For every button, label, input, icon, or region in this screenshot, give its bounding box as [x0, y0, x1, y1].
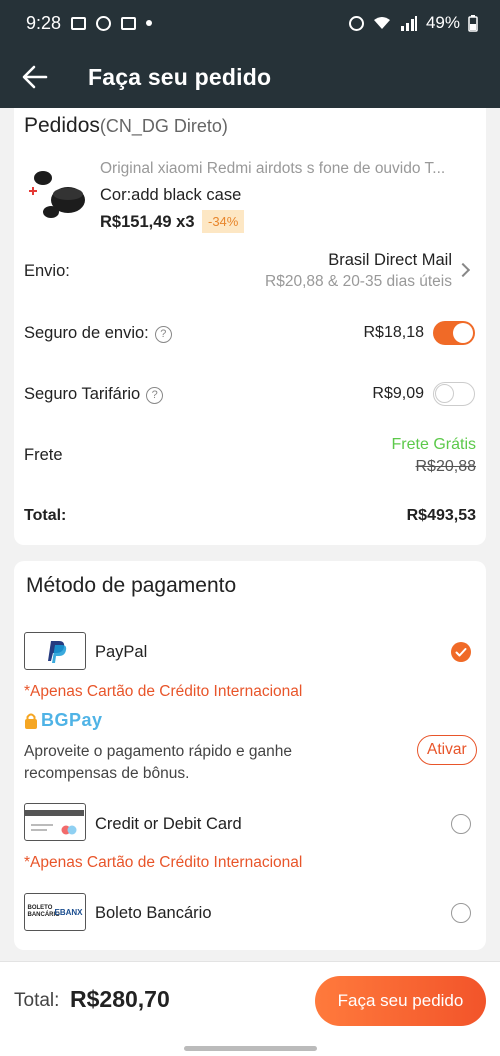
card-label[interactable]: Credit or Debit Card: [95, 815, 242, 834]
app-bar: Faça seu pedido: [0, 46, 500, 108]
signal-icon: [400, 16, 417, 31]
free-shipping-text: Frete Grátis: [391, 436, 476, 453]
orders-heading: Pedidos(CN_DG Direto): [24, 114, 228, 137]
order-total-label: Total:: [24, 507, 67, 524]
boleto-label[interactable]: Boleto Bancário: [95, 904, 212, 923]
payment-heading: Método de pagamento: [26, 574, 237, 597]
paypal-logo[interactable]: [24, 632, 86, 670]
gallery-icon: [71, 16, 87, 30]
back-button[interactable]: [20, 62, 50, 92]
home-indicator[interactable]: [184, 1046, 317, 1051]
battery-level: 49%: [425, 13, 460, 32]
shipping-insurance-toggle[interactable]: [433, 321, 475, 345]
tariff-insurance-toggle[interactable]: [433, 382, 475, 406]
status-time: 9:28: [26, 12, 62, 33]
place-order-button[interactable]: Faça seu pedido: [315, 976, 486, 1026]
payment-card: Método de pagamento PayPal *Apenas Cartã…: [14, 561, 486, 950]
discount-badge: -34%: [202, 210, 245, 233]
bgpay-logo: BGPay: [24, 710, 103, 731]
bgpay-description: Aproveite o pagamento rápido e ganhe rec…: [24, 743, 293, 782]
order-card: Pedidos(CN_DG Direto) Original xiaomi Re…: [14, 108, 486, 545]
wifi-icon: [373, 17, 390, 29]
shipping-insurance-value: R$18,18: [363, 324, 425, 341]
help-icon[interactable]: ?: [146, 387, 164, 404]
boleto-radio[interactable]: [451, 903, 471, 923]
card-radio[interactable]: [451, 814, 471, 834]
seller-name: (CN_DG Direto): [99, 116, 228, 136]
page-title: Faça seu pedido: [88, 63, 272, 90]
paypal-note: *Apenas Cartão de Crédito Internacional: [24, 683, 303, 700]
app-notification-icon: [121, 16, 137, 30]
card-logo[interactable]: [24, 803, 86, 841]
original-freight-price: R$20,88: [415, 458, 477, 475]
shipping-insurance-label: Seguro de envio:?: [24, 324, 172, 343]
paypal-label[interactable]: PayPal: [95, 643, 147, 662]
battery-icon: [468, 14, 478, 32]
lock-icon: [25, 713, 37, 729]
more-notifications-icon: [146, 20, 153, 26]
ativar-button[interactable]: Ativar: [417, 735, 477, 765]
product-price: R$151,49 x3: [100, 213, 195, 231]
help-icon[interactable]: ?: [154, 326, 172, 343]
media-icon: [96, 15, 112, 31]
freight-label: Frete: [24, 446, 63, 464]
card-note: *Apenas Cartão de Crédito Internacional: [24, 854, 303, 871]
footer-total-value: R$280,70: [70, 986, 170, 1012]
alarm-icon: [348, 15, 364, 31]
shipping-label: Envio:: [24, 262, 70, 280]
product-thumbnail[interactable]: [24, 160, 92, 228]
boleto-logo[interactable]: BOLETO BANCÁRIO EBANX: [24, 893, 86, 931]
chevron-right-icon[interactable]: [455, 262, 471, 278]
product-name[interactable]: Original xiaomi Redmi airdots s fone de …: [100, 160, 470, 178]
order-total-value: R$493,53: [406, 507, 476, 524]
bottom-bar: Total: R$280,70 Faça seu pedido: [0, 961, 500, 1056]
back-arrow-icon: [22, 65, 48, 89]
footer-total-label: Total:: [14, 990, 60, 1011]
tariff-insurance-value: R$9,09: [372, 385, 424, 402]
shipping-detail: R$20,88 & 20-35 dias úteis: [265, 273, 452, 290]
shipping-method-name: Brasil Direct Mail: [328, 251, 452, 269]
paypal-radio[interactable]: [451, 642, 471, 662]
product-variant: Cor:add black case: [100, 186, 242, 204]
check-icon: [455, 648, 467, 657]
shipping-method[interactable]: Brasil Direct Mail R$20,88 & 20-35 dias …: [265, 251, 452, 291]
status-bar: 9:28 49%: [0, 0, 500, 46]
tariff-insurance-label: Seguro Tarifário?: [24, 385, 164, 404]
